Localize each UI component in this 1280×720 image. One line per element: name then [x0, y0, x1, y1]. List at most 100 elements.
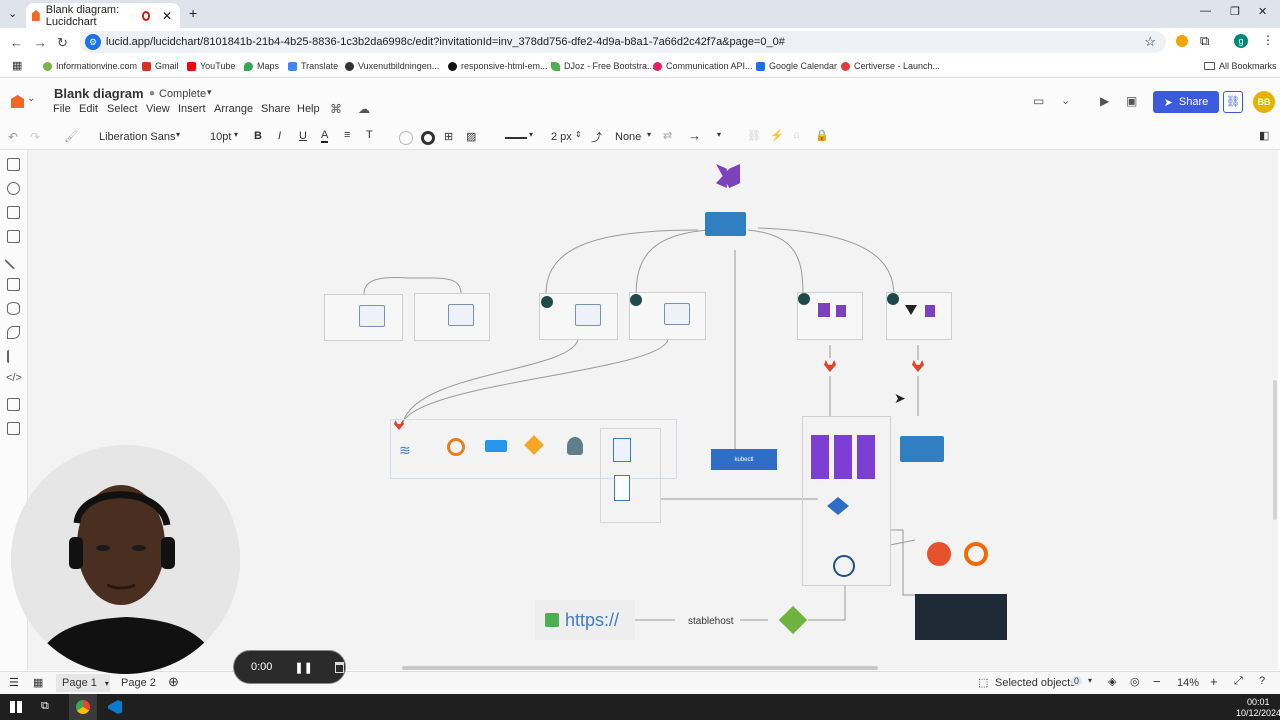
layers-icon[interactable]: ◈ — [1108, 675, 1116, 688]
arrow-end-icon[interactable]: → — [688, 128, 701, 143]
extension-icon[interactable] — [1176, 35, 1188, 47]
menu-view[interactable]: View — [146, 103, 170, 115]
windows-start-icon[interactable] — [10, 701, 22, 713]
add-page-icon[interactable]: ⊕ — [168, 674, 179, 690]
vertical-scrollbar[interactable] — [1273, 380, 1277, 520]
bookmark-item[interactable]: Google Calendar — [756, 61, 837, 71]
line-width-select[interactable]: 2 px — [551, 131, 572, 143]
arrow-start-caret-icon[interactable]: ▾ — [647, 130, 651, 139]
forward-icon[interactable]: → — [34, 35, 47, 50]
bookmark-item[interactable]: Informationvine.com — [43, 61, 137, 71]
menu-select[interactable]: Select — [107, 103, 138, 115]
magic-icon[interactable] — [4, 251, 23, 270]
browser-tab[interactable]: Blank diagram: Lucidchart ✕ — [26, 3, 180, 28]
fit-screen-icon[interactable]: ⤢ — [1234, 675, 1243, 688]
line-color-icon[interactable] — [421, 131, 435, 145]
image-icon[interactable]: ▨ — [466, 130, 476, 143]
clock-time[interactable]: 00:01 — [1247, 697, 1270, 707]
present-icon[interactable]: ▶ — [1100, 94, 1109, 108]
conditional-icon[interactable]: ⌂ — [793, 129, 800, 141]
apps-grid-icon[interactable]: ▦ — [12, 59, 22, 72]
reload-icon[interactable]: ↻ — [57, 35, 68, 51]
line-width-stepper-icon[interactable]: ⇕ — [575, 130, 582, 139]
lucid-logo-icon[interactable] — [11, 95, 24, 108]
copy-link-icon[interactable]: ⛓ — [1223, 91, 1243, 113]
pause-icon[interactable]: ❚❚ — [294, 661, 312, 674]
bookmark-item[interactable]: Certiverse - Launch... — [841, 61, 940, 71]
diagram-node[interactable] — [324, 294, 403, 341]
browser-menu-icon[interactable]: ⋮ — [1262, 33, 1274, 47]
menu-file[interactable]: File — [53, 103, 71, 115]
bookmark-item[interactable]: DJoz - Free Bootstra... — [551, 61, 655, 71]
chrome-taskbar-button[interactable] — [69, 694, 97, 720]
table-icon[interactable]: ⊞ — [444, 130, 453, 143]
font-caret-icon[interactable]: ▾ — [176, 130, 180, 139]
diagram-node[interactable] — [414, 293, 490, 341]
menu-arrange[interactable]: Arrange — [214, 103, 253, 115]
swap-arrows-icon[interactable]: ⇄ — [663, 129, 672, 142]
collapse-chevron-icon[interactable]: ⌄ — [1061, 94, 1070, 107]
bookmark-item[interactable]: Gmail — [142, 61, 179, 71]
database-icon[interactable] — [7, 302, 20, 315]
font-size-select[interactable]: 10pt — [210, 131, 231, 143]
tab-list-icon[interactable]: ⌄ — [8, 7, 17, 20]
code-icon[interactable]: </> — [6, 372, 22, 384]
vscode-icon[interactable] — [108, 700, 122, 714]
link-icon[interactable]: ⛓ — [747, 129, 761, 142]
bookmark-item[interactable]: Communication API... — [653, 61, 753, 71]
undo-icon[interactable]: ↶ — [8, 130, 18, 144]
trash-icon[interactable] — [334, 661, 344, 673]
action-icon[interactable]: ⚡ — [770, 129, 784, 142]
image-library-icon[interactable] — [7, 278, 20, 291]
panel-toggle-icon[interactable]: ◧ — [1259, 129, 1269, 142]
fill-color-icon[interactable] — [399, 131, 413, 145]
feature-find-icon[interactable]: ⌘ — [330, 102, 342, 116]
site-info-icon[interactable]: ⚙ — [85, 34, 101, 50]
share-button[interactable]: ➤ Share — [1153, 91, 1219, 113]
data-icon[interactable] — [7, 230, 20, 243]
logo-chevron-down-icon[interactable]: ⌄ — [27, 93, 35, 104]
line-style-caret-icon[interactable]: ▾ — [529, 130, 533, 139]
page-grid-icon[interactable]: ▦ — [33, 676, 43, 689]
kubectl-node[interactable]: kubectl — [711, 449, 777, 470]
page-tab-2[interactable]: Page 2 — [121, 677, 156, 689]
wand-icon[interactable] — [7, 350, 20, 363]
format-painter-icon[interactable]: 🖌 — [64, 130, 78, 143]
selected-caret-icon[interactable]: ▾ — [1088, 676, 1092, 685]
menu-help[interactable]: Help — [297, 103, 320, 115]
plugins-icon[interactable] — [7, 398, 20, 411]
all-bookmarks[interactable]: All Bookmarks — [1204, 61, 1277, 71]
video-icon[interactable]: ▣ — [1126, 94, 1137, 108]
horizontal-scrollbar[interactable] — [402, 666, 878, 670]
page-caret-icon[interactable]: ▾ — [105, 679, 109, 688]
zoom-in-icon[interactable]: + — [1210, 674, 1218, 689]
text-options-icon[interactable]: T — [366, 129, 373, 141]
bookmark-item[interactable]: Vuxenutbildningen... — [345, 61, 439, 71]
help-icon[interactable]: ? — [1259, 675, 1265, 687]
status-caret-icon[interactable]: ▾ — [207, 87, 212, 98]
lock-icon[interactable]: 🔒 — [815, 129, 829, 142]
close-tab-icon[interactable]: ✕ — [162, 9, 172, 23]
save-status[interactable]: Complete — [159, 88, 206, 100]
cluster-group[interactable] — [802, 416, 891, 586]
rocket-icon[interactable] — [7, 326, 20, 339]
templates-icon[interactable] — [7, 206, 20, 219]
page-tab-1[interactable]: Page 1 ▾ — [56, 674, 110, 692]
bookmark-item[interactable]: responsive-html-em... — [448, 61, 548, 71]
task-view-icon[interactable]: ⧉ — [41, 700, 49, 713]
font-size-caret-icon[interactable]: ▾ — [234, 130, 238, 139]
redo-icon[interactable]: ↷ — [30, 130, 40, 144]
back-icon[interactable]: ← — [10, 35, 23, 50]
restore-icon[interactable]: ❐ — [1230, 5, 1240, 18]
feedback-icon[interactable] — [7, 422, 20, 435]
menu-insert[interactable]: Insert — [178, 103, 206, 115]
config-group[interactable] — [600, 428, 661, 523]
compass-icon[interactable]: ◎ — [1130, 675, 1140, 688]
italic-icon[interactable]: I — [278, 130, 281, 142]
comments-icon[interactable]: ▭ — [1033, 94, 1044, 108]
bold-icon[interactable]: B — [254, 130, 262, 142]
page-list-icon[interactable]: ☰ — [9, 676, 19, 689]
clock-date[interactable]: 10/12/2024 — [1236, 708, 1280, 718]
text-color-icon[interactable]: A — [321, 129, 329, 143]
bookmark-item[interactable]: YouTube — [187, 61, 235, 71]
